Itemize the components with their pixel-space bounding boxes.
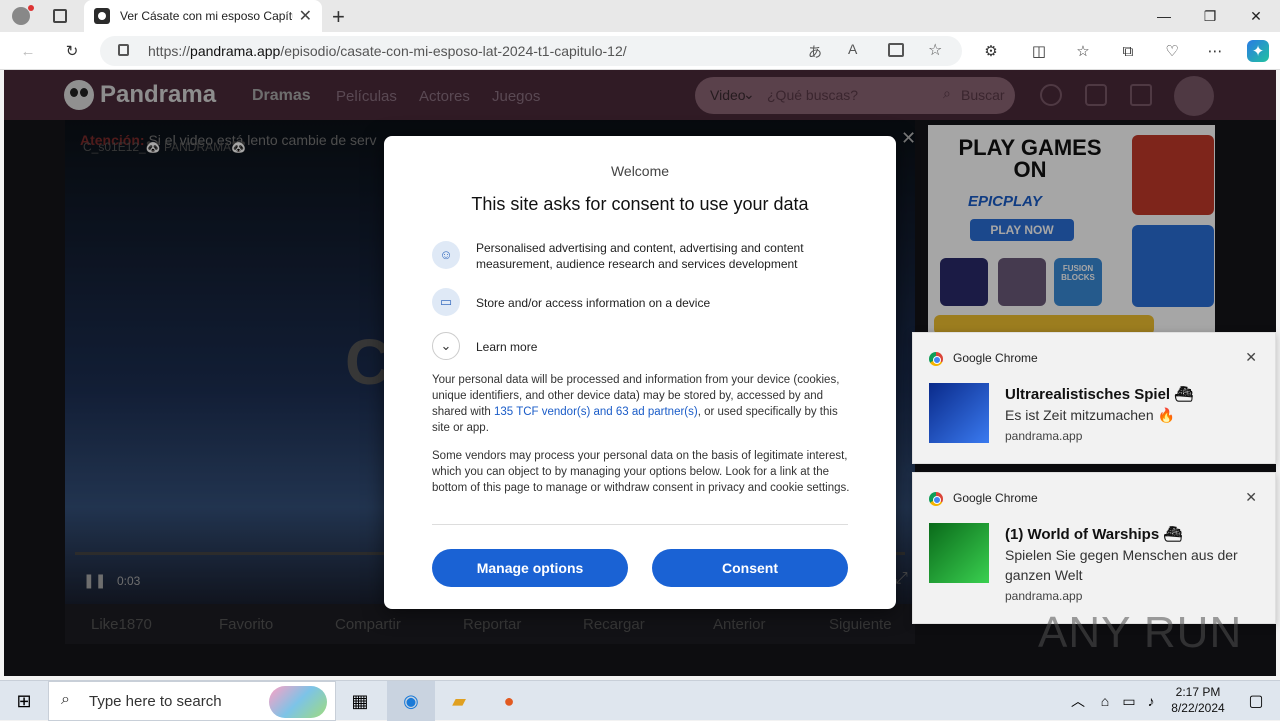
notification-source: pandrama.app xyxy=(1005,429,1083,443)
system-clock[interactable]: 2:17 PM 8/22/2024 xyxy=(1160,684,1236,716)
taskbar: ⊞ ⌕ Type here to search ▦ ◉ ▰ ● ︿ ⌂ ▭ ♪ … xyxy=(0,680,1280,721)
person-icon: ☺ xyxy=(432,241,460,269)
notification-body: Spielen Sie gegen Menschen aus der ganze… xyxy=(1005,547,1238,583)
notification-app: Google Chrome xyxy=(953,491,1038,505)
extensions-icon[interactable]: ⚙ xyxy=(980,40,1002,62)
consent-welcome: Welcome xyxy=(610,163,670,179)
purpose-1-text: Personalised advertising and content, ad… xyxy=(476,241,804,271)
url-host: pandrama.app xyxy=(190,43,281,59)
warship-icon xyxy=(929,523,989,583)
chevron-down-icon: ⌄ xyxy=(432,332,460,360)
minimize-button[interactable]: — xyxy=(1141,0,1187,32)
restore-button[interactable]: ❐ xyxy=(1187,0,1233,32)
clock-time: 2:17 PM xyxy=(1175,685,1221,699)
search-icon: ⌕ xyxy=(61,691,70,708)
favorite-star-icon[interactable]: ☆ xyxy=(928,40,942,60)
back-icon[interactable]: ← xyxy=(17,40,39,62)
copilot-icon[interactable]: ✦ xyxy=(1247,40,1269,62)
device-icon: ▭ xyxy=(432,288,460,316)
consent-title: This site asks for consent to use your d… xyxy=(471,194,809,214)
notification-title: Ultrarealistisches Spiel ⛴ xyxy=(1005,386,1194,403)
firefox-icon[interactable]: ● xyxy=(485,681,533,721)
browser-toolbar: ← ↻ https://pandrama.app/episodio/casate… xyxy=(0,32,1280,70)
url-scheme: https:// xyxy=(148,43,191,59)
notification-source: pandrama.app xyxy=(1005,589,1083,603)
vendors-link[interactable]: 135 TCF vendor(s) and 63 ad partner(s) xyxy=(494,406,698,418)
notification-1[interactable]: Google Chrome ✕ Ultrarealistisches Spiel… xyxy=(912,332,1276,464)
translate-icon[interactable]: あ xyxy=(808,42,822,62)
file-explorer-icon[interactable]: ▰ xyxy=(435,681,483,721)
taskbar-search-input[interactable]: ⌕ Type here to search xyxy=(48,681,336,721)
notification-title: (1) World of Warships ⛴ xyxy=(1005,526,1183,543)
chrome-icon xyxy=(929,492,943,506)
edge-icon[interactable]: ◉ xyxy=(387,681,435,721)
close-icon[interactable]: ✕ xyxy=(1245,349,1257,366)
notification-dot-icon xyxy=(28,5,34,11)
taskbar-search-placeholder: Type here to search xyxy=(89,692,222,710)
search-highlight-icon xyxy=(269,686,327,718)
learn-more-toggle[interactable]: ⌄ Learn more xyxy=(432,332,852,360)
close-icon[interactable]: ✕ xyxy=(1245,489,1257,506)
manage-options-button[interactable]: Manage options xyxy=(432,549,628,587)
read-aloud-icon[interactable]: A xyxy=(848,41,857,57)
more-menu-icon[interactable]: ⋯ xyxy=(1204,40,1226,62)
consent-dialog: Welcome This site asks for consent to us… xyxy=(384,136,896,609)
profile-icon[interactable] xyxy=(12,7,30,25)
task-view-icon[interactable]: ▦ xyxy=(336,681,384,721)
active-tab[interactable]: Ver Cásate con mi esposo Capítul ✕ xyxy=(84,0,322,32)
notification-app: Google Chrome xyxy=(953,351,1038,365)
consent-paragraph-2: Some vendors may process your personal d… xyxy=(432,450,850,494)
windows-start-icon[interactable]: ⊞ xyxy=(0,681,48,721)
url-path: /episodio/casate-con-mi-esposo-lat-2024-… xyxy=(280,43,627,59)
learn-more-label: Learn more xyxy=(476,340,538,354)
address-bar[interactable]: https://pandrama.app/episodio/casate-con… xyxy=(100,36,962,66)
notification-body: Es ist Zeit mitzumachen 🔥 xyxy=(1005,407,1175,423)
purpose-device-storage: ▭ Store and/or access information on a d… xyxy=(432,288,852,316)
immersive-reader-icon[interactable] xyxy=(888,43,904,57)
performance-icon[interactable]: ♡ xyxy=(1161,40,1183,62)
purpose-2-text: Store and/or access information on a dev… xyxy=(476,296,711,310)
tab-actions-icon[interactable] xyxy=(53,9,67,23)
chrome-icon xyxy=(929,352,943,366)
pandrama-favicon-icon xyxy=(94,8,110,24)
close-tab-icon[interactable]: ✕ xyxy=(299,6,312,26)
favorites-icon[interactable]: ☆ xyxy=(1072,40,1094,62)
anyrun-watermark: ANY RUN xyxy=(1038,608,1243,657)
clock-date: 8/22/2024 xyxy=(1171,701,1225,715)
consent-divider xyxy=(432,524,848,525)
refresh-icon[interactable]: ↻ xyxy=(61,40,83,62)
action-center-icon[interactable]: ▢ xyxy=(1232,681,1280,721)
warship-icon xyxy=(929,383,989,443)
purpose-personalised-ads: ☺ Personalised advertising and content, … xyxy=(432,240,852,274)
close-window-button[interactable]: ✕ xyxy=(1233,0,1279,32)
lock-icon[interactable] xyxy=(118,44,129,56)
tab-strip: Ver Cásate con mi esposo Capítul ✕ + — ❐… xyxy=(0,0,1280,32)
consent-button[interactable]: Consent xyxy=(652,549,848,587)
consent-paragraph-1: Your personal data will be processed and… xyxy=(432,372,850,436)
notification-2[interactable]: Google Chrome ✕ (1) World of Warships ⛴ … xyxy=(912,472,1276,624)
collections-icon[interactable]: ⧉ xyxy=(1117,40,1139,62)
new-tab-button[interactable]: + xyxy=(332,4,345,30)
split-screen-icon[interactable]: ◫ xyxy=(1028,40,1050,62)
tab-title: Ver Cásate con mi esposo Capítul xyxy=(120,9,293,23)
